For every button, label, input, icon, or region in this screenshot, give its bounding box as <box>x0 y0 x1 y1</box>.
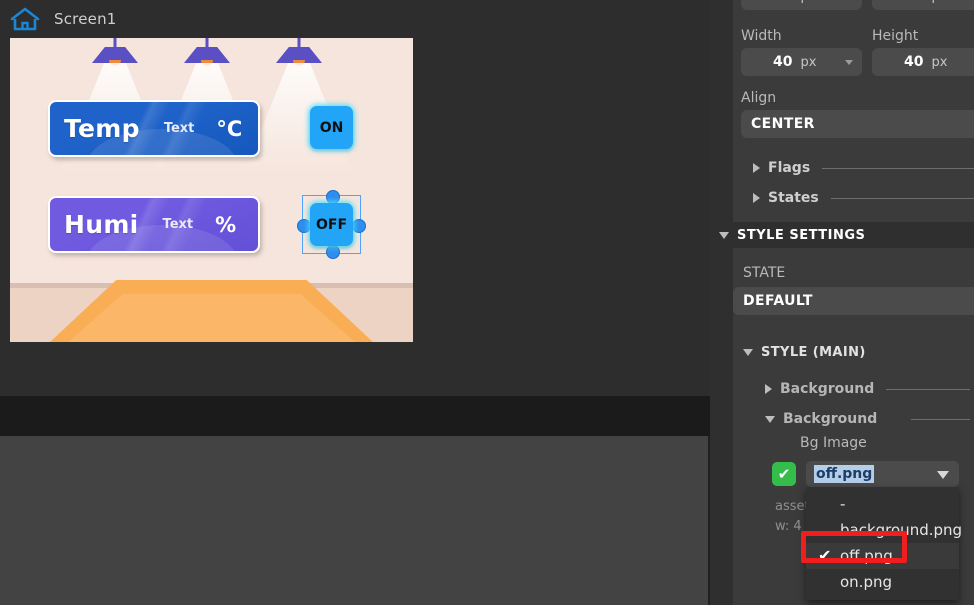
chevron-down-icon <box>719 231 729 239</box>
bg-image-label: Bg Image <box>800 435 867 451</box>
top-left-unit: px <box>800 0 816 4</box>
align-label: Align <box>741 90 777 106</box>
background-collapsed-toggle[interactable]: Background <box>765 381 974 397</box>
home-icon[interactable] <box>10 6 40 32</box>
dropdown-option-label: - <box>840 495 846 513</box>
resize-handle-top[interactable] <box>325 190 340 204</box>
size-fields-row: Width 40 px Height 40 px <box>741 20 974 76</box>
style-settings-header[interactable]: STYLE SETTINGS <box>710 222 974 248</box>
dropdown-option-label: background.png <box>840 521 963 539</box>
height-field-group: Height 40 px <box>872 20 974 76</box>
align-select[interactable]: CENTER <box>741 110 974 138</box>
resize-handle-right[interactable] <box>352 218 366 233</box>
top-field-right: 28 px <box>872 0 974 10</box>
top-left-input[interactable]: 96 px <box>741 0 862 10</box>
height-unit: px <box>931 54 948 70</box>
editor-band-lower <box>0 436 708 605</box>
chevron-right-icon <box>753 193 760 203</box>
editor-band-upper <box>0 342 710 396</box>
chevron-right-icon <box>765 384 772 394</box>
asset-info-text: asset w: 4 <box>775 499 810 534</box>
top-right-unit: px <box>931 0 947 4</box>
top-right-value: 28 <box>904 0 923 4</box>
resize-handle-bottom[interactable] <box>325 245 340 259</box>
temp-title: Temp <box>64 114 140 143</box>
width-input[interactable]: 40 px <box>741 48 862 76</box>
chevron-down-icon[interactable] <box>937 471 949 479</box>
align-value: CENTER <box>751 116 815 132</box>
check-icon: ✔ <box>818 546 832 565</box>
chevron-down-icon <box>743 349 753 356</box>
style-settings-title: STYLE SETTINGS <box>737 227 866 243</box>
section-divider <box>822 167 974 169</box>
height-input[interactable]: 40 px <box>872 48 974 76</box>
width-label: Width <box>741 28 782 44</box>
bg-image-select-value: off.png <box>814 465 875 483</box>
dropdown-option-background-png[interactable]: background.png <box>806 517 963 543</box>
widget-humi-panel[interactable]: Humi Text % <box>48 196 260 253</box>
width-unit: px <box>800 54 817 70</box>
chevron-down-icon[interactable] <box>845 60 853 65</box>
bg-image-dropdown-list[interactable]: - background.png ✔ off.png on.png <box>806 487 963 600</box>
flags-label: Flags <box>768 160 811 176</box>
state-select[interactable]: DEFAULT <box>733 287 974 315</box>
width-field-group: Width 40 px <box>741 20 862 76</box>
editor-band-middle <box>0 396 710 436</box>
dropdown-option-label: on.png <box>840 573 893 591</box>
align-field-group: Align CENTER <box>741 82 974 138</box>
inspector-rail <box>710 0 733 605</box>
chevron-down-icon <box>765 415 775 423</box>
device-canvas[interactable]: Temp Text °C Humi Text % ON OFF <box>10 38 413 342</box>
dropdown-option-dash[interactable]: - <box>806 491 959 517</box>
dropdown-option-label: off.png <box>840 547 893 565</box>
inspector-top-fields: 96 px 28 px <box>741 0 974 10</box>
style-main-toggle[interactable]: STYLE (MAIN) <box>743 345 974 360</box>
background-collapsed-label: Background <box>780 381 875 397</box>
top-right-input[interactable]: 28 px <box>872 0 974 10</box>
dropdown-option-off-png[interactable]: ✔ off.png <box>806 543 959 569</box>
humi-unit: % <box>215 212 237 237</box>
screen-label: Screen1 <box>54 10 117 28</box>
state-label: STATE <box>743 265 786 281</box>
state-value: DEFAULT <box>743 293 813 309</box>
editor-area: Screen1 Temp Text °C Humi Text % ON OFF <box>0 0 710 605</box>
temp-unit: °C <box>216 116 243 141</box>
chevron-right-icon <box>753 163 760 173</box>
width-value: 40 <box>773 54 793 70</box>
section-divider <box>830 197 974 199</box>
widget-off-button[interactable]: OFF <box>310 203 353 246</box>
background-expanded-label: Background <box>783 411 878 427</box>
states-section-toggle[interactable]: States <box>753 190 974 206</box>
section-divider <box>886 388 970 390</box>
bg-image-select[interactable]: off.png <box>806 461 959 487</box>
widget-on-button[interactable]: ON <box>310 106 353 149</box>
dropdown-option-on-png[interactable]: on.png <box>806 569 959 595</box>
height-value: 40 <box>904 54 924 70</box>
resize-handle-left[interactable] <box>297 218 311 233</box>
temp-value-text: Text <box>163 121 195 136</box>
top-left-value: 96 <box>773 0 792 4</box>
section-divider <box>911 418 970 420</box>
height-label: Height <box>872 28 919 44</box>
top-field-left: 96 px <box>741 0 862 10</box>
flags-section-toggle[interactable]: Flags <box>753 160 974 176</box>
states-label: States <box>768 190 819 206</box>
style-main-label: STYLE (MAIN) <box>761 345 866 360</box>
humi-value-text: Text <box>162 217 194 232</box>
background-expanded-toggle[interactable]: Background <box>765 411 974 427</box>
widget-temp-panel[interactable]: Temp Text °C <box>48 100 260 157</box>
bg-image-enabled-checkbox[interactable]: ✔ <box>772 462 796 486</box>
humi-title: Humi <box>64 210 139 239</box>
canvas-toolbar: Screen1 <box>0 0 710 38</box>
